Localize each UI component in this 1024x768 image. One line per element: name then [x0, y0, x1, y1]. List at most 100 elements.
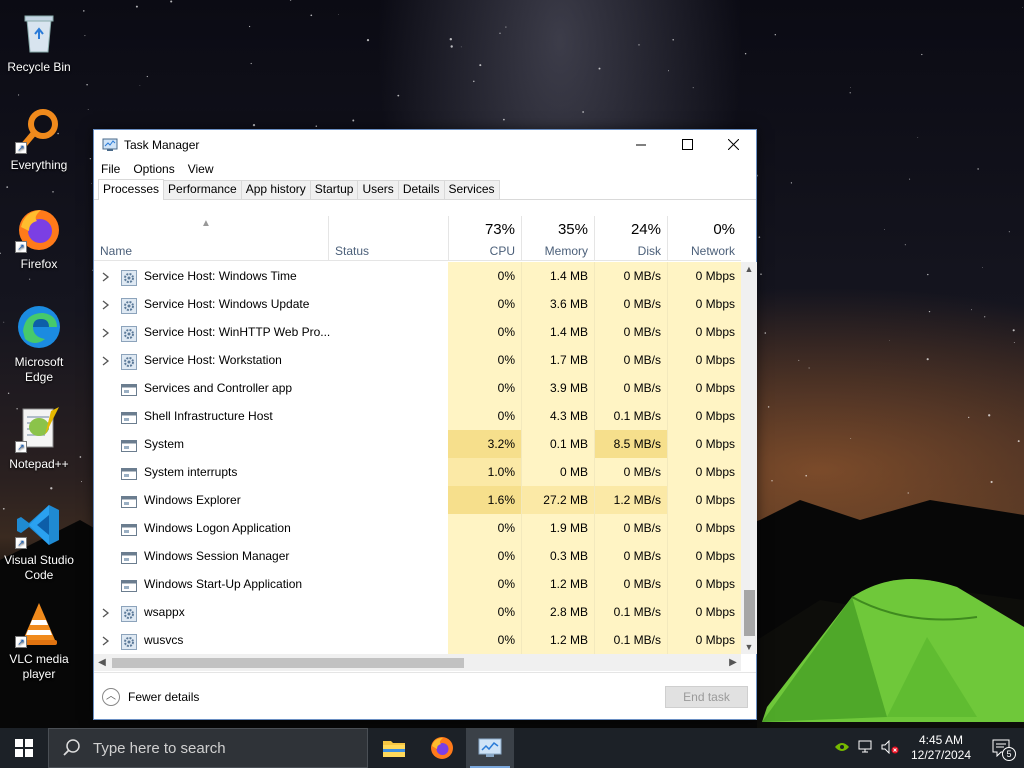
desktop-icon-label: Everything: [10, 158, 68, 172]
desktop-icon-firefox[interactable]: ↗ Firefox: [2, 205, 76, 272]
end-task-button[interactable]: End task: [665, 686, 748, 708]
close-button[interactable]: [710, 130, 756, 159]
taskbar-task-manager[interactable]: [466, 728, 514, 768]
process-window-icon: [121, 436, 137, 452]
expand-chevron-icon[interactable]: [102, 346, 114, 374]
firefox-icon: [431, 737, 453, 759]
table-row[interactable]: Windows Start-Up Application 0% 1.2 MB 0 MB…: [94, 570, 741, 598]
expand-chevron-icon[interactable]: [102, 598, 114, 626]
volume-muted-icon[interactable]: [878, 739, 902, 757]
process-status: [328, 430, 448, 458]
minimize-icon: [636, 144, 646, 145]
desktop-icon-microsoft-edge[interactable]: Microsoft Edge: [2, 303, 76, 385]
desktop-icon-vlc[interactable]: ↗ VLC media player: [2, 600, 76, 682]
desktop-icon-notepadpp[interactable]: ↗ Notepad++: [2, 405, 76, 472]
column-header-network[interactable]: 0% Network: [667, 216, 741, 261]
fewer-details-button[interactable]: ︿ Fewer details: [102, 688, 199, 706]
horizontal-scroll-thumb[interactable]: [112, 658, 464, 668]
memory-label: Memory: [544, 244, 588, 258]
expand-chevron-icon[interactable]: [102, 318, 114, 346]
menu-file[interactable]: File: [100, 162, 126, 176]
table-row[interactable]: Services and Controller app 0% 3.9 MB 0 MB/…: [94, 374, 741, 402]
process-window-icon: [121, 492, 137, 508]
process-status: [328, 346, 448, 374]
scroll-down-icon[interactable]: ▼: [741, 640, 757, 654]
desktop-icon-everything[interactable]: ↗ Everything: [2, 106, 76, 173]
process-network: 0 Mbps: [695, 465, 735, 479]
table-row[interactable]: wusvcs 0% 1.2 MB 0.1 MB/s 0 Mbps: [94, 626, 741, 654]
table-row[interactable]: Windows Explorer 1.6% 27.2 MB 1.2 MB/s 0 Mbp…: [94, 486, 741, 514]
desktop-icon-label: Microsoft Edge: [14, 355, 64, 384]
folder-icon: [383, 741, 405, 757]
taskbar-file-explorer[interactable]: [370, 728, 418, 768]
expand-chevron-icon[interactable]: [102, 290, 114, 318]
process-memory: 1.4 MB: [549, 325, 588, 339]
column-header-name[interactable]: ▲ Name: [94, 216, 328, 261]
table-row[interactable]: System interrupts 1.0% 0 MB 0 MB/s 0 Mbps: [94, 458, 741, 486]
network-icon[interactable]: [854, 740, 878, 757]
table-row[interactable]: Service Host: Workstation 0% 1.7 MB 0 MB/s 0…: [94, 346, 741, 374]
scroll-up-icon[interactable]: ▲: [741, 262, 757, 276]
window-footer: ︿ Fewer details End task: [94, 672, 756, 720]
scroll-right-icon[interactable]: ▶: [725, 654, 741, 671]
column-header-cpu[interactable]: 73% CPU: [448, 216, 521, 261]
minimize-button[interactable]: [618, 130, 664, 159]
column-header-memory[interactable]: 35% Memory: [521, 216, 594, 261]
expand-chevron-icon[interactable]: [102, 262, 114, 290]
process-status: [328, 262, 448, 290]
taskbar-firefox[interactable]: [418, 728, 466, 768]
tab-services[interactable]: Services: [443, 180, 500, 199]
vertical-scroll-thumb[interactable]: [744, 590, 755, 636]
vertical-scrollbar[interactable]: ▲ ▼: [741, 262, 757, 654]
table-row[interactable]: Service Host: WinHTTP Web Pro... 0% 1.4 MB…: [94, 318, 741, 346]
desktop-icon-visual-studio-code[interactable]: ↗ Visual Studio Code: [2, 501, 76, 583]
start-button[interactable]: [0, 728, 48, 768]
process-disk: 0 MB/s: [623, 353, 661, 367]
table-row[interactable]: Shell Infrastructure Host 0% 4.3 MB 0.1 MB/…: [94, 402, 741, 430]
taskbar-clock[interactable]: 4:45 AM 12/27/2024: [902, 733, 980, 763]
process-memory: 0 MB: [559, 465, 588, 479]
column-name-label: Name: [100, 244, 133, 258]
search-placeholder: Type here to search: [93, 739, 226, 757]
tab-performance[interactable]: Performance: [163, 180, 242, 199]
process-memory: 1.4 MB: [549, 269, 588, 283]
menu-view[interactable]: View: [187, 162, 220, 176]
shortcut-arrow-icon: ↗: [15, 537, 27, 549]
process-disk: 0 MB/s: [623, 325, 661, 339]
process-memory: 4.3 MB: [549, 409, 588, 423]
desktop-icon-recycle-bin[interactable]: Recycle Bin: [2, 8, 76, 75]
process-window-icon: [121, 380, 137, 396]
process-memory: 1.2 MB: [549, 577, 588, 591]
table-row[interactable]: wsappx 0% 2.8 MB 0.1 MB/s 0 Mbps: [94, 598, 741, 626]
desktop-icon-label: Visual Studio Code: [4, 553, 74, 582]
table-row[interactable]: System 3.2% 0.1 MB 8.5 MB/s 0 Mbps: [94, 430, 741, 458]
table-row[interactable]: Windows Session Manager 0% 0.3 MB 0 MB/s 0 M…: [94, 542, 741, 570]
scroll-left-icon[interactable]: ◀: [94, 654, 110, 671]
tab-users[interactable]: Users: [357, 180, 399, 199]
desktop-icon-label: Recycle Bin: [7, 60, 71, 74]
process-cpu: 0%: [497, 353, 515, 367]
process-status: [328, 598, 448, 626]
tab-details[interactable]: Details: [397, 180, 445, 199]
tent-illustration: [762, 579, 1024, 722]
taskbar-search-box[interactable]: Type here to search: [48, 728, 368, 768]
gear-service-icon: [121, 268, 137, 286]
notification-count-badge: 5: [1002, 747, 1016, 761]
notification-center-button[interactable]: 5: [980, 728, 1024, 768]
table-header: ▲ Name Status 73% CPU 35% Memory 24% Dis…: [94, 216, 741, 261]
column-header-status[interactable]: Status: [328, 216, 448, 261]
tab-app-history[interactable]: App history: [240, 180, 311, 199]
title-bar[interactable]: Task Manager: [94, 130, 756, 159]
column-header-disk[interactable]: 24% Disk: [594, 216, 667, 261]
menu-options[interactable]: Options: [132, 162, 180, 176]
horizontal-scrollbar[interactable]: ◀ ▶: [94, 654, 741, 671]
tab-startup[interactable]: Startup: [309, 180, 359, 199]
nvidia-icon[interactable]: [830, 741, 854, 756]
table-row[interactable]: Service Host: Windows Time 0% 1.4 MB 0 MB/s…: [94, 262, 741, 290]
maximize-button[interactable]: [664, 130, 710, 159]
table-row[interactable]: Windows Logon Application 0% 1.9 MB 0 MB/s 0…: [94, 514, 741, 542]
table-row[interactable]: Service Host: Windows Update 0% 3.6 MB 0 MB…: [94, 290, 741, 318]
expand-chevron-icon[interactable]: [102, 626, 114, 654]
process-memory: 2.8 MB: [549, 605, 588, 619]
tab-processes[interactable]: Processes: [98, 179, 165, 200]
